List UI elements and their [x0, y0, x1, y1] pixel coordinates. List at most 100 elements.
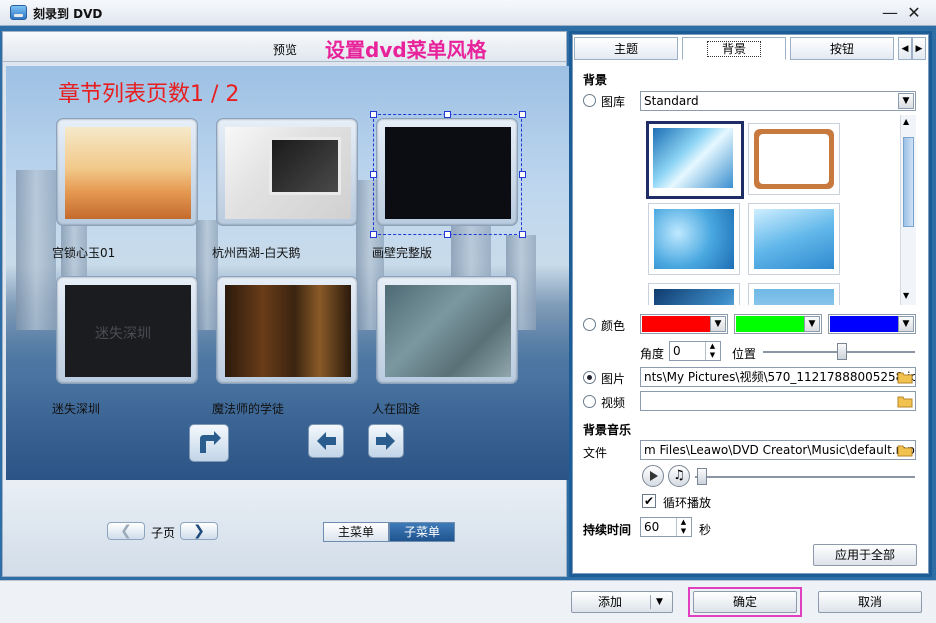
image-radio[interactable] — [583, 371, 596, 384]
position-slider-thumb[interactable] — [836, 343, 847, 360]
split-divider — [650, 595, 651, 609]
color-picker-2[interactable]: ▼ — [734, 314, 822, 334]
spinner-arrows-icon[interactable]: ▲ ▼ — [676, 518, 690, 536]
gallery-scrollbar[interactable]: ▲ ▼ — [900, 115, 916, 305]
play-button[interactable] — [642, 465, 664, 487]
chapter-caption-2[interactable]: 杭州西湖-白天鹅 — [212, 244, 300, 261]
chapter-caption-4[interactable]: 迷失深圳 — [52, 400, 100, 417]
chapter-thumb-1[interactable] — [56, 118, 198, 226]
title-bar: 刻录到 DVD — ✕ — [0, 0, 936, 26]
gallery-select[interactable]: Standard ▼ — [640, 91, 916, 111]
music-path-field[interactable]: m Files\Leawo\DVD Creator\Music\default.… — [640, 440, 916, 460]
tab-scroll-right[interactable]: ▶ — [912, 37, 926, 60]
folder-icon[interactable] — [897, 394, 913, 408]
scroll-up-icon[interactable]: ▲ — [903, 117, 909, 126]
next-subpage-button[interactable]: ❯ — [180, 522, 218, 540]
resize-handle[interactable] — [519, 231, 526, 238]
video-radio[interactable] — [583, 395, 596, 408]
tab-theme[interactable]: 主题 — [574, 37, 678, 60]
tv-shape — [269, 137, 341, 195]
chapter-list-title: 章节列表页数1 / 2 — [58, 82, 240, 107]
play-icon — [650, 471, 658, 481]
resize-handle[interactable] — [370, 231, 377, 238]
settings-content: 主题 背景 按钮 ◀ ▶ 背景 图库 Standard ▼ ▲ ▼ 颜色 ▼ ▼… — [572, 34, 929, 574]
duration-spinner[interactable]: 60 ▲ ▼ — [640, 517, 692, 537]
angle-spinner[interactable]: 0 ▲ ▼ — [669, 341, 721, 361]
loop-checkbox[interactable]: ✔ — [642, 494, 656, 508]
color-swatch-3 — [830, 316, 898, 332]
gallery-thumbnail — [754, 289, 834, 305]
chapter-thumb-4[interactable]: 迷失深圳 — [56, 276, 198, 384]
resize-handle[interactable] — [444, 231, 451, 238]
music-progress-track[interactable] — [695, 476, 915, 478]
color-picker-3[interactable]: ▼ — [828, 314, 916, 334]
settings-panel: 主题 背景 按钮 ◀ ▶ 背景 图库 Standard ▼ ▲ ▼ 颜色 ▼ ▼… — [569, 31, 932, 577]
gallery-item-6[interactable] — [748, 283, 840, 305]
color-picker-1[interactable]: ▼ — [640, 314, 728, 334]
prev-subpage-button[interactable]: ❮ — [107, 522, 145, 540]
gallery-item-2[interactable] — [748, 123, 840, 195]
dialog-footer: 添加 ▼ 确定 取消 — [0, 580, 936, 623]
tab-buttons[interactable]: 按钮 — [790, 37, 894, 60]
sub-menu-button[interactable]: 子菜单 — [389, 522, 455, 542]
gallery-item-3[interactable] — [648, 203, 740, 275]
gallery-label: 图库 — [601, 95, 626, 109]
video-label: 视频 — [601, 396, 626, 410]
angle-value: 0 — [673, 344, 681, 358]
close-button[interactable]: ✕ — [904, 3, 924, 23]
color-radio[interactable] — [583, 318, 596, 331]
chapter-caption-3[interactable]: 画壁完整版 — [372, 244, 432, 261]
music-note-button[interactable]: ♫ — [668, 465, 690, 487]
folder-icon[interactable] — [897, 370, 913, 384]
chapter-caption-6[interactable]: 人在囧途 — [372, 400, 420, 417]
resize-handle[interactable] — [370, 111, 377, 118]
file-label: 文件 — [583, 446, 608, 460]
add-button[interactable]: 添加 ▼ — [571, 591, 673, 613]
gallery-select-value: Standard — [644, 94, 699, 108]
scroll-thumb[interactable] — [903, 137, 914, 227]
selection-box[interactable] — [373, 114, 522, 235]
app-icon — [10, 5, 27, 20]
color-label: 颜色 — [601, 319, 626, 333]
gallery-item-4[interactable] — [748, 203, 840, 275]
gallery-item-1[interactable] — [646, 121, 744, 199]
arrow-right-icon — [376, 432, 395, 450]
chapter-thumb-5[interactable] — [216, 276, 358, 384]
angle-label: 角度 — [640, 347, 665, 361]
image-path-field[interactable]: nts\My Pictures\视频\570_11217888005258.jp… — [640, 367, 916, 387]
resize-handle[interactable] — [519, 171, 526, 178]
ok-button[interactable]: 确定 — [693, 591, 797, 613]
tab-background-label: 背景 — [706, 41, 761, 57]
folder-icon[interactable] — [897, 443, 913, 457]
tab-scroll-left[interactable]: ◀ — [898, 37, 912, 60]
video-path-field[interactable] — [640, 391, 916, 411]
image-path-value: nts\My Pictures\视频\570_11217888005258.jp… — [644, 370, 916, 384]
music-progress-thumb[interactable] — [697, 468, 707, 485]
gallery-item-5[interactable] — [648, 283, 740, 305]
scroll-down-icon[interactable]: ▼ — [903, 291, 909, 300]
menu-preview-canvas[interactable]: 章节列表页数1 / 2 宫锁心玉01 杭州西湖-白天鹅 画壁完整版 迷失深圳 迷… — [6, 66, 569, 480]
resize-handle[interactable] — [519, 111, 526, 118]
chapter-caption-5[interactable]: 魔法师的学徒 — [212, 400, 284, 417]
backdrop-building — [196, 220, 218, 330]
chapter-thumb-6[interactable] — [376, 276, 518, 384]
chapter-thumb-2[interactable] — [216, 118, 358, 226]
gallery-thumbnail — [654, 289, 734, 305]
cancel-button[interactable]: 取消 — [818, 591, 922, 613]
next-page-arrow[interactable] — [368, 424, 404, 458]
tab-background[interactable]: 背景 — [682, 37, 786, 60]
chapter-caption-1[interactable]: 宫锁心玉01 — [52, 244, 115, 261]
spinner-arrows-icon[interactable]: ▲ ▼ — [705, 342, 719, 360]
background-gallery[interactable]: ▲ ▼ — [640, 115, 916, 305]
minimize-button[interactable]: — — [880, 3, 900, 23]
main-menu-button[interactable]: 主菜单 — [323, 522, 389, 542]
gallery-radio[interactable] — [583, 94, 596, 107]
prev-page-arrow[interactable] — [308, 424, 344, 458]
return-icon — [200, 431, 221, 453]
preview-label: 预览 — [273, 43, 298, 57]
dropdown-arrow-icon[interactable]: ▼ — [656, 592, 663, 612]
resize-handle[interactable] — [370, 171, 377, 178]
return-arrow-button[interactable] — [189, 424, 229, 462]
apply-to-all-button[interactable]: 应用于全部 — [813, 544, 917, 566]
resize-handle[interactable] — [444, 111, 451, 118]
